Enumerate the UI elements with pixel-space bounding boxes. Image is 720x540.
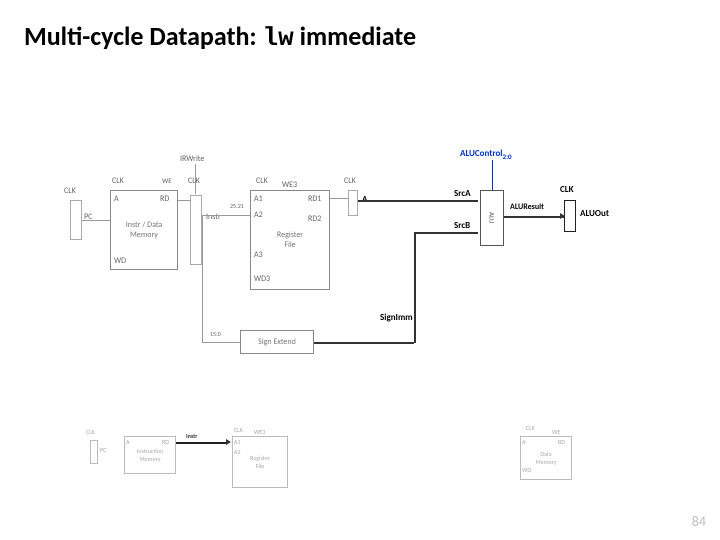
mini-clk-rf: CLK xyxy=(234,426,243,434)
alucontrol-wire xyxy=(492,160,493,190)
title-suffix: immediate xyxy=(294,20,416,52)
aluout-register xyxy=(564,200,576,232)
mini-rf-we3: WE3 xyxy=(254,428,265,436)
wire-instr-down xyxy=(202,215,203,342)
signimm-label: SignImm xyxy=(380,312,413,323)
clk-rf: CLK xyxy=(256,176,268,186)
mini-pc-label: PC xyxy=(100,446,106,454)
alu: ALU xyxy=(480,190,504,246)
rf-we3: WE3 xyxy=(282,180,297,190)
clk-aluout: CLK xyxy=(560,184,574,195)
page-number: 84 xyxy=(692,513,706,530)
rf-a3: A3 xyxy=(254,250,263,260)
mini-im-a: A xyxy=(126,438,129,446)
clk-mem: CLK xyxy=(112,176,124,186)
mini-instr-label: Instr xyxy=(186,432,197,440)
wire-srca xyxy=(358,200,478,202)
pc-register xyxy=(70,200,82,240)
rf-wd3: WD3 xyxy=(254,274,270,284)
aluout-label: ALUOut xyxy=(580,208,609,219)
arrow-into-aluout xyxy=(560,213,565,219)
mini-wire-instr xyxy=(176,442,228,444)
srcb-label: SrcB xyxy=(454,220,470,231)
mem-a-port: A xyxy=(114,194,119,204)
mini-im-rd: RD xyxy=(162,438,169,446)
wire-rd1-a xyxy=(330,198,348,199)
irwrite-label: IRWrite xyxy=(180,154,204,164)
clk-pc: CLK xyxy=(64,186,76,196)
mini-rf-a1: A1 xyxy=(234,438,241,446)
wire-aluresult xyxy=(504,216,564,218)
mini-dm-rd: RD xyxy=(558,438,565,446)
rf-a1: A1 xyxy=(254,194,263,204)
wire-to-signext xyxy=(202,342,240,343)
wire-signimm-h xyxy=(314,342,414,344)
mini-clk-pc: CLK xyxy=(86,428,95,436)
mini-pc-reg xyxy=(90,440,98,464)
aluresult-label: ALUResult xyxy=(510,202,544,212)
title-mono: lw xyxy=(262,23,293,53)
mini-dm-wd: WD xyxy=(522,466,531,474)
mini-dm-a: A xyxy=(522,438,525,446)
clk-ir: CLK xyxy=(188,176,200,186)
rf-rd2: RD2 xyxy=(308,214,321,224)
title-prefix: Multi-cycle Datapath: xyxy=(24,20,262,52)
clk-a: CLK xyxy=(344,176,356,186)
wire-signimm-v xyxy=(414,232,416,343)
mini-clk-dm: CLK xyxy=(526,424,535,432)
bits-2521: 25:21 xyxy=(230,202,244,210)
rf-a2: A2 xyxy=(254,210,263,220)
ir-register xyxy=(190,195,202,265)
wire-srcb xyxy=(414,232,478,234)
srca-label: SrcA xyxy=(454,188,471,199)
mem-wd-port: WD xyxy=(114,256,126,266)
wire-pc-mem xyxy=(82,220,110,221)
wire-mem-ir xyxy=(178,200,190,201)
a-register xyxy=(348,190,358,216)
main-datapath-diagram: PC CLK Instr / Data Memory A RD WD WE CL… xyxy=(60,140,660,400)
mini-rf-a2: A2 xyxy=(234,448,241,456)
sign-extend: Sign Extend xyxy=(240,330,314,354)
slide-title: Multi-cycle Datapath: lw immediate xyxy=(24,20,416,53)
irwrite-wire xyxy=(195,164,196,194)
mini-datapath-diagram: PC CLK Instruction Memory A RD Instr Reg… xyxy=(90,422,650,502)
mini-dm-we: WE xyxy=(552,428,560,436)
rf-rd1: RD1 xyxy=(308,194,321,204)
mini-arrow-instr xyxy=(226,439,231,445)
instr-label: Instr xyxy=(206,212,221,222)
mem-rd-port: RD xyxy=(160,194,169,204)
alucontrol-label: ALUControl2:0 xyxy=(460,148,512,161)
bits-150: 15:0 xyxy=(210,330,221,338)
wire-instr-bus xyxy=(202,215,250,216)
mem-we: WE xyxy=(162,176,172,185)
